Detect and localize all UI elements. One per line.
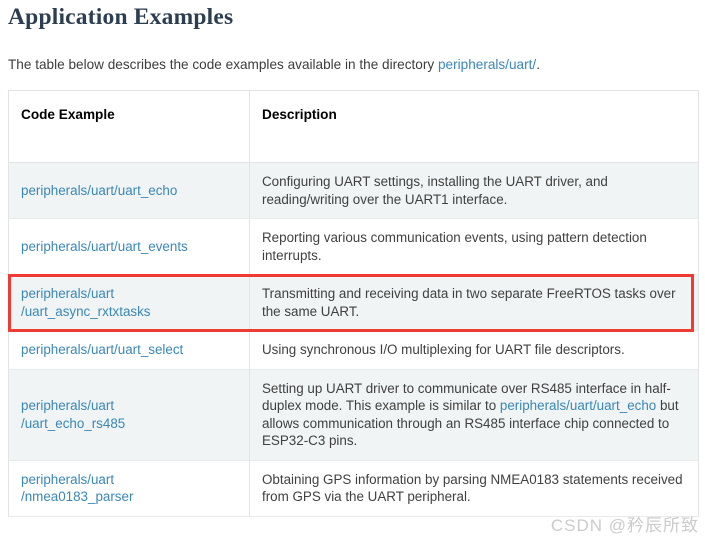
cell-description: Obtaining GPS information by parsing NME…	[250, 460, 699, 516]
description-text: Using synchronous I/O multiplexing for U…	[262, 342, 625, 357]
table-header-row: Code Example Description	[9, 91, 699, 163]
examples-table-container: Code Example Description peripherals/uar…	[8, 90, 698, 517]
description-inline-link[interactable]: peripherals/uart/uart_echo	[500, 398, 656, 413]
application-examples-table: Code Example Description peripherals/uar…	[8, 90, 699, 517]
cell-code-example: peripherals/uart/uart_events	[9, 219, 250, 275]
code-example-link[interactable]: peripherals/uart	[21, 285, 237, 303]
table-row: peripherals/uart/nmea0183_parser Obtainin…	[9, 460, 699, 516]
code-example-link[interactable]: /uart_echo_rs485	[21, 415, 237, 433]
code-example-link[interactable]: peripherals/uart/uart_echo	[21, 182, 237, 200]
code-example-link[interactable]: peripherals/uart	[21, 471, 237, 489]
description-text: Configuring UART settings, installing th…	[262, 174, 608, 207]
page-bottom-strip	[0, 540, 705, 548]
intro-paragraph: The table below describes the code examp…	[0, 31, 705, 74]
cell-description: Reporting various communication events, …	[250, 219, 699, 275]
table-row: peripherals/uart/uart_echo Configuring UA…	[9, 163, 699, 219]
cell-code-example: peripherals/uart/nmea0183_parser	[9, 460, 250, 516]
cell-code-example: peripherals/uart/uart_echo_rs485	[9, 369, 250, 460]
table-head: Code Example Description	[9, 91, 699, 163]
code-example-link[interactable]: /nmea0183_parser	[21, 488, 237, 506]
table-row: peripherals/uart/uart_echo_rs485Setting …	[9, 369, 699, 460]
description-text: Transmitting and receiving data in two s…	[262, 286, 676, 319]
table-body: peripherals/uart/uart_echo Configuring UA…	[9, 163, 699, 517]
intro-text-prefix: The table below describes the code examp…	[8, 57, 438, 72]
cell-description: Using synchronous I/O multiplexing for U…	[250, 331, 699, 370]
intro-text-suffix: .	[536, 57, 540, 72]
description-text: Obtaining GPS information by parsing NME…	[262, 472, 683, 505]
cell-code-example: peripherals/uart/uart_select	[9, 331, 250, 370]
column-header-description: Description	[250, 91, 699, 163]
code-example-link[interactable]: /uart_async_rxtxtasks	[21, 303, 237, 321]
description-text: Reporting various communication events, …	[262, 230, 647, 263]
cell-code-example: peripherals/uart/uart_async_rxtxtasks	[9, 275, 250, 331]
code-example-link[interactable]: peripherals/uart/uart_select	[21, 341, 237, 359]
csdn-watermark: CSDN @矜辰所致	[551, 511, 699, 536]
table-row: peripherals/uart/uart_select Using synchr…	[9, 331, 699, 370]
page-title: Application Examples	[0, 0, 705, 31]
intro-directory-link[interactable]: peripherals/uart/	[438, 57, 536, 72]
code-example-link[interactable]: peripherals/uart	[21, 397, 237, 415]
cell-description: Transmitting and receiving data in two s…	[250, 275, 699, 331]
code-example-link[interactable]: peripherals/uart/uart_events	[21, 238, 237, 256]
cell-description: Setting up UART driver to communicate ov…	[250, 369, 699, 460]
table-row: peripherals/uart/uart_async_rxtxtasks Tra…	[9, 275, 699, 331]
table-row: peripherals/uart/uart_events Reporting va…	[9, 219, 699, 275]
cell-code-example: peripherals/uart/uart_echo	[9, 163, 250, 219]
column-header-code-example: Code Example	[9, 91, 250, 163]
cell-description: Configuring UART settings, installing th…	[250, 163, 699, 219]
